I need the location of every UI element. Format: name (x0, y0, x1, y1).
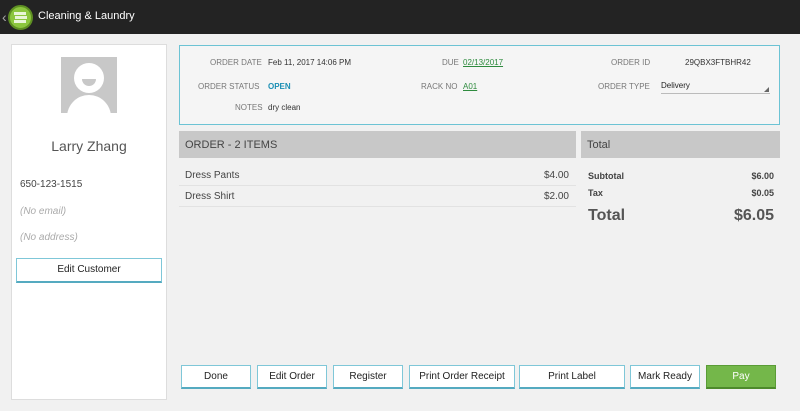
print-order-receipt-button[interactable]: Print Order Receipt (409, 365, 515, 389)
main-content: Larry Zhang 650-123-1515 (No email) (No … (0, 34, 800, 411)
item-price: $4.00 (543, 170, 569, 181)
print-label-button[interactable]: Print Label (519, 365, 625, 389)
edit-order-button[interactable]: Edit Order (257, 365, 327, 389)
customer-card: Larry Zhang 650-123-1515 (No email) (No … (11, 44, 167, 400)
due-label: DUE (442, 58, 459, 67)
order-status-label: ORDER STATUS (198, 82, 260, 91)
notes-value: dry clean (268, 103, 301, 112)
order-date-value: Feb 11, 2017 14:06 PM (268, 58, 352, 67)
done-button[interactable]: Done (181, 365, 251, 389)
edit-customer-button[interactable]: Edit Customer (16, 258, 162, 283)
app-title: Cleaning & Laundry (38, 10, 135, 22)
order-date-label: ORDER DATE (210, 58, 262, 67)
item-name: Dress Pants (185, 170, 240, 181)
register-button[interactable]: Register (333, 365, 403, 389)
laundry-stack-icon[interactable] (8, 5, 33, 30)
grand-total-value: $6.05 (733, 207, 774, 224)
order-item-row[interactable]: Dress Shirt $2.00 (179, 186, 576, 207)
item-price: $2.00 (543, 191, 569, 202)
order-items-header: ORDER - 2 ITEMS (179, 131, 576, 158)
total-header: Total (581, 131, 780, 158)
grand-total-label: Total (588, 207, 626, 224)
mark-ready-button[interactable]: Mark Ready (630, 365, 700, 389)
subtotal-label: Subtotal (588, 171, 624, 181)
total-title: Total (587, 139, 611, 151)
order-id-label: ORDER ID (611, 58, 651, 67)
order-type-label: ORDER TYPE (598, 82, 650, 91)
customer-email: (No email) (20, 206, 67, 217)
order-item-row[interactable]: Dress Pants $4.00 (179, 165, 576, 186)
due-date-link[interactable]: 02/13/2017 (463, 58, 503, 67)
notes-label: NOTES (235, 103, 263, 112)
customer-name: Larry Zhang (51, 138, 127, 154)
subtotal-value: $6.00 (751, 171, 774, 181)
customer-address: (No address) (20, 232, 78, 243)
pay-button[interactable]: Pay (706, 365, 776, 389)
order-info-panel: ORDER DATE Feb 11, 2017 14:06 PM DUE 02/… (179, 45, 780, 125)
order-status-value: OPEN (268, 82, 291, 91)
rack-no-label: RACK NO (421, 82, 458, 91)
user-avatar-icon (61, 57, 117, 113)
tax-value: $0.05 (751, 188, 774, 198)
order-items-title: ORDER - 2 ITEMS (185, 139, 278, 151)
rack-no-link[interactable]: A01 (463, 82, 477, 91)
item-name: Dress Shirt (185, 191, 235, 202)
dropdown-arrow-icon (764, 87, 769, 92)
tax-label: Tax (588, 188, 603, 198)
customer-phone: 650-123-1515 (20, 179, 83, 190)
title-bar: ‹ Cleaning & Laundry (0, 0, 800, 34)
order-type-value: Delivery (661, 81, 690, 90)
order-id-value: 29QBX3FTBHR42 (685, 58, 751, 67)
order-type-select[interactable]: Delivery (661, 80, 770, 94)
